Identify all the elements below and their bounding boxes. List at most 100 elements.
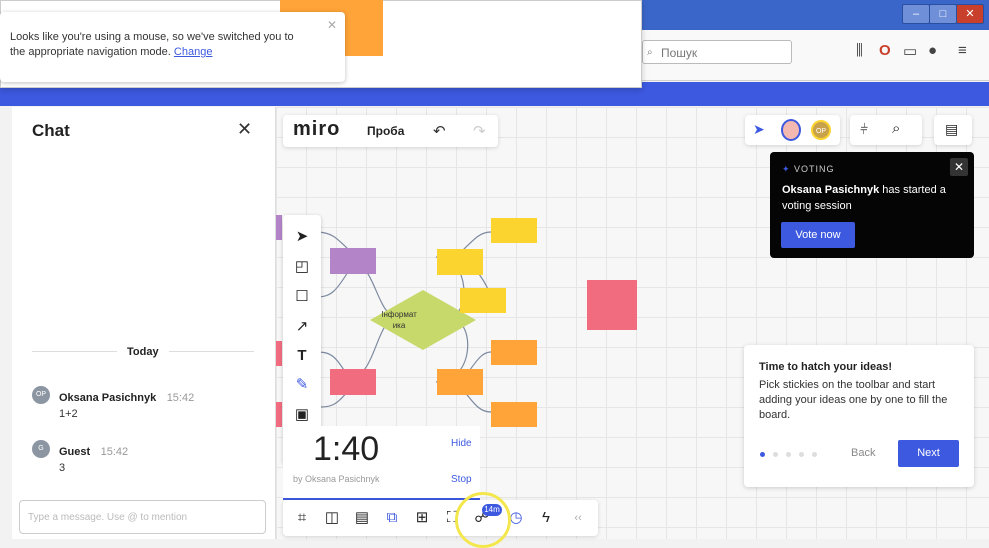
tutorial-body: Pick stickies on the toolbar and start a…: [759, 379, 948, 421]
message-author: Guest: [59, 446, 91, 458]
message-text: 1+2: [59, 408, 78, 420]
sticky-note[interactable]: [587, 280, 637, 330]
timer-display: 1:40: [313, 430, 380, 468]
voting-message: Oksana Pasichnyk has started a voting se…: [782, 182, 967, 214]
voting-notification: ✦ VOTING Oksana Pasichnyk has started a …: [770, 152, 974, 258]
sticky-note[interactable]: [491, 402, 537, 427]
cursor-highlight: [455, 492, 511, 548]
avatar: G: [32, 440, 50, 458]
sticky-note[interactable]: [330, 248, 376, 274]
close-window-button[interactable]: ✕: [956, 4, 984, 24]
collapse-icon[interactable]: ‹‹: [567, 508, 589, 528]
stop-timer-button[interactable]: Stop: [451, 474, 472, 485]
cards-icon[interactable]: ⊞: [411, 508, 433, 528]
voting-user: Oksana Pasichnyk: [782, 184, 880, 196]
bottom-toolbar: ⌗ ◫ ▤ ⧉ ⊞ ⛶ ☍ ◷ ϟ ‹‹: [283, 500, 598, 536]
sticky-note[interactable]: [460, 288, 506, 313]
sticky-note[interactable]: [491, 218, 537, 243]
sticky-note[interactable]: [437, 249, 483, 275]
timer-widget: 1:40 by Oksana Pasichnyk Hide Stop: [283, 426, 480, 500]
hide-timer-button[interactable]: Hide: [451, 438, 472, 449]
watermark-logo: [942, 508, 968, 528]
board-menu-bar: ▤: [934, 115, 972, 145]
connection-line-icon[interactable]: ↗: [292, 317, 312, 337]
minimize-button[interactable]: –: [902, 4, 930, 24]
maximize-button[interactable]: □: [929, 4, 957, 24]
notice-message: Looks like you're using a mouse, so we'v…: [10, 31, 294, 58]
input-placeholder: Type a message. Use @ to mention: [28, 512, 188, 523]
undo-icon[interactable]: ↶: [433, 122, 446, 140]
activity-icon[interactable]: ϟ: [535, 508, 557, 528]
change-link[interactable]: Change: [174, 46, 213, 58]
account-icon[interactable]: ●: [928, 42, 937, 59]
close-icon[interactable]: ✕: [237, 119, 252, 140]
library-icon[interactable]: ⫼: [856, 42, 863, 59]
select-cursor-icon[interactable]: ➤: [292, 227, 312, 247]
message-text: 3: [59, 462, 66, 474]
central-topic-line1: Інформат: [381, 310, 417, 319]
close-icon[interactable]: ✕: [950, 158, 968, 176]
watermark-logo: [597, 50, 623, 70]
voting-label: ✦ VOTING: [782, 164, 835, 175]
sticky-note-edge: [276, 215, 282, 240]
sticky-note-icon[interactable]: ◰: [292, 257, 312, 277]
back-button[interactable]: Back: [851, 447, 875, 459]
search-icon: ⌕: [647, 47, 653, 58]
message-header: Guest 15:42: [59, 442, 128, 460]
browser-search-input[interactable]: ⌕ Пошук: [642, 40, 792, 64]
close-icon[interactable]: ✕: [327, 18, 337, 33]
user-avatar-icon[interactable]: [781, 119, 801, 141]
search-placeholder: Пошук: [661, 46, 698, 60]
notice-text: Looks like you're using a mouse, so we'v…: [10, 30, 310, 60]
chat-panel: Chat ✕ Today OP Oksana Pasichnyk 15:42 1…: [12, 107, 276, 539]
step-dot: [786, 452, 791, 457]
notes-icon[interactable]: ▤: [945, 121, 958, 138]
avatar: OP: [32, 386, 50, 404]
extension-icon[interactable]: O: [879, 42, 891, 59]
board-header: miro Проба ↶ ↷: [283, 115, 498, 147]
frames-icon[interactable]: ⌗: [291, 508, 313, 528]
collaboration-bar: ➤ OP: [745, 115, 840, 145]
cursor-share-icon[interactable]: ➤: [753, 121, 765, 138]
menu-icon[interactable]: ≡: [958, 42, 967, 59]
step-dot: [799, 452, 804, 457]
comments-icon[interactable]: ◫: [321, 508, 343, 528]
voting-icon: ✦: [782, 164, 795, 174]
voting-label-text: VOTING: [794, 164, 835, 174]
next-button[interactable]: Next: [898, 440, 959, 467]
message-time: 15:42: [166, 392, 195, 404]
chat-icon[interactable]: ▤: [351, 508, 373, 528]
board-name[interactable]: Проба: [367, 124, 404, 138]
sidebar-icon[interactable]: ▭: [903, 42, 917, 60]
sticky-note-edge: [276, 402, 282, 427]
text-icon[interactable]: T: [292, 346, 312, 366]
navigation-mode-notice: Looks like you're using a mouse, so we'v…: [0, 12, 345, 82]
step-dot: [773, 452, 778, 457]
pen-icon[interactable]: ✎: [292, 375, 312, 395]
settings-sliders-icon[interactable]: ⫩: [860, 121, 868, 138]
tools-bar: ⫩ ⌕: [850, 115, 922, 145]
date-divider: Today: [117, 346, 169, 358]
screen-share-icon[interactable]: ⧉: [381, 508, 403, 528]
step-dot: [812, 452, 817, 457]
search-icon[interactable]: ⌕: [892, 120, 900, 137]
avatar[interactable]: OP: [811, 120, 831, 140]
message-author: Oksana Pasichnyk: [59, 392, 157, 404]
chat-title: Chat: [32, 121, 70, 140]
sticky-note[interactable]: [437, 369, 483, 395]
shape-icon[interactable]: ☐: [292, 287, 312, 307]
chat-message-input[interactable]: Type a message. Use @ to mention: [19, 500, 266, 534]
timer-owner: by Oksana Pasichnyk: [293, 474, 380, 484]
central-topic-line2: ика: [392, 321, 406, 330]
step-dot-active: [760, 452, 765, 457]
message-header: Oksana Pasichnyk 15:42: [59, 388, 194, 406]
vote-now-button[interactable]: Vote now: [781, 222, 855, 248]
comment-icon[interactable]: ▣: [292, 405, 312, 425]
sticky-note[interactable]: [330, 369, 376, 395]
central-topic-label: Інформат ика: [370, 309, 428, 331]
tutorial-title: Time to hatch your ideas!: [759, 361, 893, 373]
miro-logo[interactable]: miro: [293, 118, 340, 141]
sticky-note[interactable]: [491, 340, 537, 365]
sticky-note-edge: [276, 341, 282, 366]
redo-icon[interactable]: ↷: [473, 122, 486, 140]
